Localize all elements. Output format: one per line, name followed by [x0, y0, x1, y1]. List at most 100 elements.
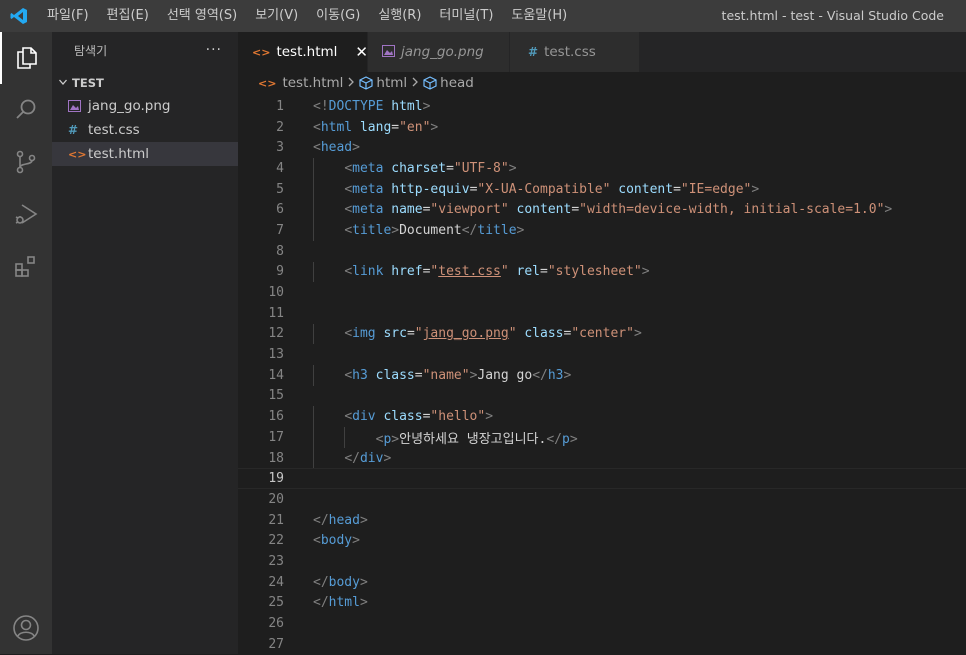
- breadcrumb-item-file[interactable]: <> test.html: [258, 75, 343, 91]
- search-icon[interactable]: [0, 84, 52, 136]
- code-line[interactable]: 4 <meta charset="UTF-8">: [238, 158, 966, 179]
- code-token: "hello": [430, 409, 486, 425]
- code-line[interactable]: 15: [238, 386, 966, 407]
- code-line[interactable]: 25 </html>: [238, 593, 966, 614]
- code-token: >: [391, 431, 400, 447]
- line-number: 15: [268, 388, 284, 404]
- code-token: p: [561, 431, 570, 447]
- code-token: meta: [352, 202, 384, 218]
- line-number: 17: [268, 429, 284, 445]
- code-token: jang_go.png: [422, 326, 509, 342]
- code-line[interactable]: 24 </body>: [238, 572, 966, 593]
- code-line[interactable]: 27: [238, 634, 966, 655]
- code-text: <p>안녕하세요 냉장고입니다.</p>: [313, 428, 578, 447]
- css-file-icon: #: [528, 45, 539, 59]
- code-token: <: [344, 367, 353, 383]
- code-line[interactable]: 22 <body>: [238, 530, 966, 551]
- code-line[interactable]: 17 <p>안녕하세요 냉장고입니다.</p>: [238, 427, 966, 448]
- extensions-icon[interactable]: [0, 240, 52, 292]
- code-line[interactable]: 12 <img src="jang_go.png" class="center"…: [238, 323, 966, 345]
- code-token: <!: [313, 98, 329, 114]
- code-token: class: [524, 326, 564, 342]
- code-token: html: [320, 119, 353, 135]
- code-token: ": [414, 326, 423, 342]
- line-number: 19: [268, 471, 284, 487]
- code-token: test.css: [438, 264, 501, 280]
- code-line[interactable]: 21 </head>: [238, 510, 966, 531]
- code-token: =: [391, 119, 400, 135]
- line-number: 5: [276, 181, 284, 197]
- menu-selection[interactable]: 선택 영역(S): [158, 0, 246, 32]
- code-line[interactable]: 5 <meta http-equiv = "X-UA-Compatible" con…: [238, 178, 966, 200]
- code-token: head: [328, 512, 360, 528]
- code-token: >: [359, 574, 368, 590]
- line-number: 13: [268, 347, 284, 363]
- code-line[interactable]: 6 <meta name="viewport" content="width=d…: [238, 199, 966, 221]
- code-token: title: [352, 222, 392, 238]
- tab-test-html[interactable]: <> test.html ✕: [238, 32, 368, 72]
- line-number: 18: [268, 450, 284, 466]
- code-token: body: [320, 533, 353, 549]
- code-token: ": [500, 264, 509, 280]
- menu-edit[interactable]: 편집(E): [98, 0, 158, 32]
- code-line[interactable]: 26: [238, 613, 966, 634]
- code-line[interactable]: 13: [238, 344, 966, 365]
- code-token: </: [546, 431, 562, 447]
- code-line[interactable]: 20: [238, 489, 966, 510]
- code-token: h3: [352, 367, 368, 383]
- code-line[interactable]: 7 <title>Document</title>: [238, 220, 966, 241]
- html-file-icon: <>: [252, 45, 271, 59]
- line-number: 4: [276, 160, 284, 176]
- code-line[interactable]: 1 <!DOCTYPE html>: [238, 96, 966, 117]
- account-icon[interactable]: [0, 602, 52, 654]
- code-text: <meta http-equiv = "X-UA-Compatible" conte…: [313, 182, 759, 197]
- code-line[interactable]: 16 <div class="hello">: [238, 406, 966, 427]
- breadcrumb-item-html[interactable]: html: [359, 75, 407, 91]
- code-text: </body>: [313, 575, 368, 590]
- run-debug-icon[interactable]: [0, 188, 52, 240]
- code-line[interactable]: 19: [238, 468, 966, 490]
- code-text: <meta charset="UTF-8">: [313, 160, 516, 176]
- code-editor[interactable]: 1 <!DOCTYPE html> 2 <html lang="en"> 3 <head>…: [238, 96, 966, 654]
- code-line[interactable]: 11: [238, 303, 966, 324]
- tab-jang-go-png[interactable]: jang_go.png: [368, 32, 510, 72]
- line-number: 9: [276, 264, 284, 280]
- close-icon[interactable]: ✕: [355, 43, 368, 61]
- image-file-icon: [382, 44, 395, 60]
- menu-run[interactable]: 실행(R): [369, 0, 430, 32]
- code-token: <: [344, 326, 353, 342]
- code-line[interactable]: 18 </div>: [238, 447, 966, 469]
- code-line[interactable]: 3 <head>: [238, 137, 966, 158]
- code-line[interactable]: 14 <h3 class="name">Jang go</h3>: [238, 364, 966, 386]
- menu-view[interactable]: 보기(V): [246, 0, 307, 32]
- line-number: 12: [268, 326, 284, 342]
- menu-file[interactable]: 파일(F): [38, 0, 98, 32]
- tab-test-css[interactable]: # test.css: [510, 32, 640, 72]
- code-line[interactable]: 9 <link href="test.css" rel="stylesheet"…: [238, 261, 966, 283]
- file-test-html[interactable]: <> test.html: [52, 142, 238, 166]
- code-line[interactable]: 10: [238, 282, 966, 303]
- code-line[interactable]: 23: [238, 551, 966, 572]
- more-actions-icon[interactable]: ···: [206, 42, 222, 58]
- menu-help[interactable]: 도움말(H): [502, 0, 576, 32]
- file-jang-go-png[interactable]: jang_go.png: [52, 94, 238, 118]
- folder-label: TEST: [72, 76, 104, 90]
- code-token: Jang go: [477, 367, 533, 383]
- menu-go[interactable]: 이동(G): [307, 0, 369, 32]
- source-control-icon[interactable]: [0, 136, 52, 188]
- code-text: <div class="hello">: [313, 409, 493, 424]
- code-line[interactable]: 2 <html lang="en">: [238, 117, 966, 138]
- explorer-icon[interactable]: [0, 32, 52, 84]
- code-token: =: [446, 160, 454, 176]
- breadcrumb-item-head[interactable]: head: [423, 75, 474, 91]
- code-line[interactable]: 8: [238, 241, 966, 262]
- menu-terminal[interactable]: 터미널(T): [430, 0, 502, 32]
- file-test-css[interactable]: # test.css: [52, 118, 238, 142]
- breadcrumb-label: html: [376, 75, 408, 91]
- code-token: href: [391, 264, 423, 280]
- folder-test[interactable]: TEST: [52, 72, 238, 94]
- code-token: =: [406, 326, 415, 342]
